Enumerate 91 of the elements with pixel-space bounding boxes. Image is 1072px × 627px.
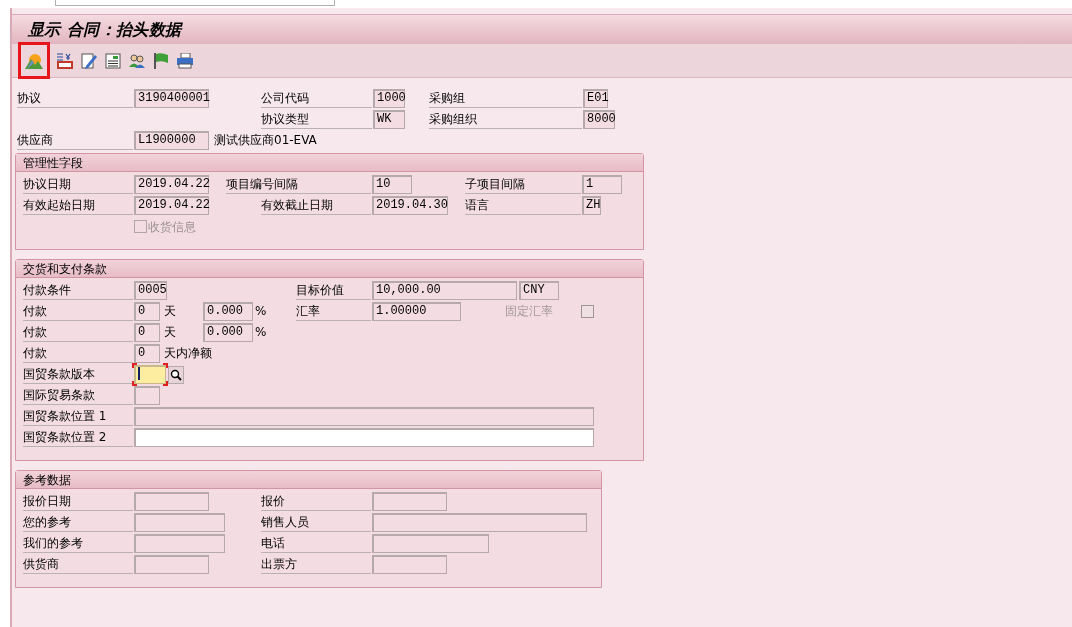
field-label: 您的参考 (23, 513, 133, 532)
section-title: 交货和支付条款 (23, 260, 107, 278)
input-field[interactable]: L1900000 (134, 131, 209, 150)
input-field[interactable]: 8000 (583, 110, 615, 129)
field-label: 电话 (261, 534, 371, 553)
input-field[interactable]: 0 (134, 302, 160, 321)
section-title: 管理性字段 (23, 154, 83, 172)
field-label: 供应商 (17, 131, 133, 150)
input-field[interactable] (134, 428, 594, 447)
input-field[interactable]: 0.000 (203, 302, 253, 321)
command-field[interactable] (55, 0, 335, 6)
input-field[interactable]: 1000 (373, 89, 405, 108)
toolbar-button[interactable] (104, 50, 122, 71)
input-field[interactable] (372, 555, 447, 574)
toolbar-button[interactable] (152, 50, 170, 71)
input-field[interactable]: 0005 (134, 281, 167, 300)
input-field[interactable] (372, 492, 447, 511)
focused-input-field[interactable] (134, 365, 166, 384)
input-field[interactable] (134, 407, 594, 426)
input-field[interactable]: 2019.04.30 (372, 196, 448, 215)
input-field[interactable]: 0.000 (203, 323, 253, 342)
input-field[interactable]: 2019.04.22 (134, 196, 209, 215)
input-field[interactable]: 1.00000 (372, 302, 461, 321)
input-field[interactable]: 10 (372, 175, 412, 194)
landscape-sun-icon (25, 52, 43, 69)
input-field[interactable] (372, 534, 489, 553)
field-label: 有效起始日期 (23, 196, 133, 215)
field-text: % (255, 303, 265, 320)
field-label: 国贸条款位置 1 (23, 407, 133, 426)
input-field[interactable]: 10,000.00 (372, 281, 517, 300)
search-icon (170, 368, 182, 381)
text-caret (138, 367, 140, 381)
input-field[interactable]: 1 (582, 175, 622, 194)
field-label: 付款 (23, 302, 133, 321)
field-text: 天 (164, 324, 177, 341)
field-label: 付款 (23, 323, 133, 342)
field-text: % (255, 324, 265, 341)
document-icon (105, 52, 121, 69)
field-label: 汇率 (296, 302, 371, 321)
toolbar-button[interactable] (176, 50, 194, 71)
checkbox[interactable] (581, 305, 594, 318)
search-button[interactable] (168, 365, 184, 384)
input-field[interactable] (134, 386, 160, 405)
field-label: 子项目间隔 (465, 175, 581, 194)
field-label: 付款 (23, 344, 133, 363)
input-field[interactable] (134, 555, 209, 574)
input-field[interactable] (134, 513, 225, 532)
field-label: 供货商 (23, 555, 133, 574)
input-field[interactable] (134, 534, 225, 553)
currency-table-icon (56, 52, 74, 69)
field-label: 采购组 (429, 89, 582, 108)
section-title: 参考数据 (23, 471, 71, 489)
input-field[interactable]: 0 (134, 323, 160, 342)
field-label: 国贸条款位置 2 (23, 428, 133, 447)
field-label: 目标价值 (296, 281, 371, 300)
field-label: 语言 (465, 196, 581, 215)
field-label: 协议 (17, 89, 133, 108)
field-label: 固定汇率 (505, 303, 554, 320)
screen-title: 显示 合同：抬头数据 (28, 18, 182, 41)
field-text: 测试供应商01-EVA (214, 132, 318, 149)
field-label: 报价 (261, 492, 371, 511)
input-field[interactable]: 0 (134, 344, 160, 363)
input-field[interactable]: E01 (583, 89, 608, 108)
printer-icon (176, 52, 194, 69)
field-text: 天 (164, 303, 177, 320)
input-field[interactable] (372, 513, 587, 532)
input-field[interactable] (134, 492, 209, 511)
field-label: 国际贸易条款 (23, 386, 133, 405)
flag-icon (153, 52, 169, 69)
field-label: 销售人员 (261, 513, 371, 532)
input-field[interactable]: 2019.04.22 (134, 175, 209, 194)
field-label: 协议日期 (23, 175, 133, 194)
field-label: 出票方 (261, 555, 371, 574)
input-field[interactable]: ZH (582, 196, 601, 215)
field-label: 协议类型 (261, 110, 372, 129)
checkbox-label: 收货信息 (148, 218, 196, 236)
pencil-document-icon (81, 52, 97, 69)
field-label: 采购组织 (429, 110, 582, 129)
field-label: 我们的参考 (23, 534, 133, 553)
field-label: 付款条件 (23, 281, 133, 300)
toolbar-button[interactable] (56, 50, 74, 71)
field-label: 国贸条款版本 (23, 365, 133, 384)
field-label: 项目编号间隔 (226, 175, 371, 194)
field-label: 公司代码 (261, 89, 372, 108)
people-icon (128, 52, 146, 69)
input-field[interactable]: CNY (519, 281, 559, 300)
input-field[interactable]: 3190400001 (134, 89, 209, 108)
field-label: 有效截止日期 (261, 196, 371, 215)
field-text: 天内净额 (164, 345, 213, 362)
input-field[interactable]: WK (373, 110, 405, 129)
field-label: 报价日期 (23, 492, 133, 511)
